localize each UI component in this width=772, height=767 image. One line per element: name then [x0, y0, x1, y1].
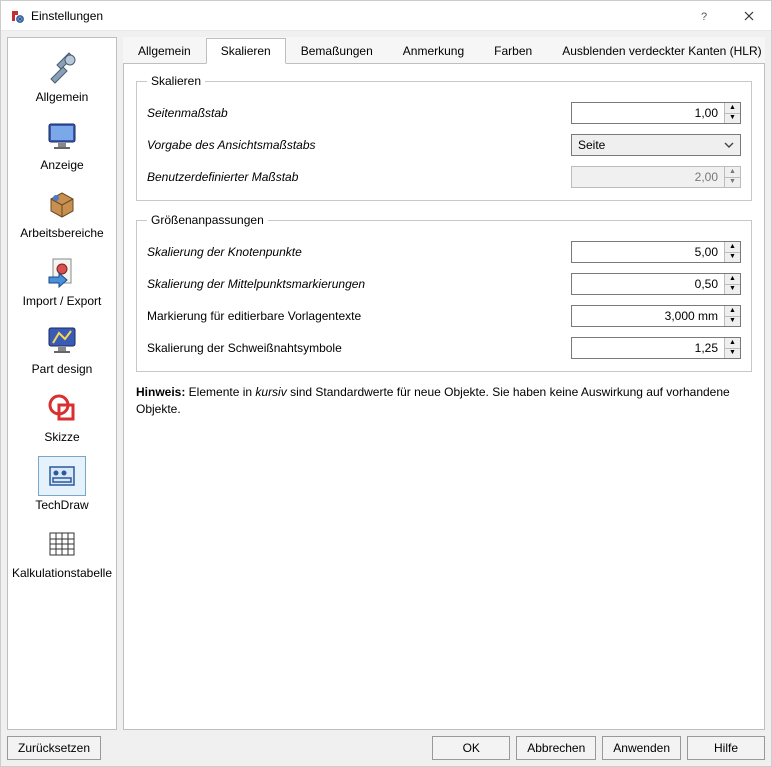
custom-scale-spinner: 2,00 ▲ ▼ [571, 166, 741, 188]
vertex-scale-label: Skalierung der Knotenpunkte [147, 245, 571, 259]
sidebar-item-part-design[interactable]: Part design [8, 316, 116, 384]
hint-italic: kursiv [255, 385, 286, 399]
sidebar-item-techdraw[interactable]: TechDraw [8, 452, 116, 520]
template-mark-spinner[interactable]: 3,000 mm ▲ ▼ [571, 305, 741, 327]
cancel-button[interactable]: Abbrechen [516, 736, 596, 760]
import-export-icon [38, 252, 86, 292]
group-scale-legend: Skalieren [147, 74, 205, 88]
custom-scale-value: 2,00 [572, 167, 724, 187]
tab-annotation[interactable]: Anmerkung [388, 38, 479, 64]
help-button[interactable]: ? [681, 1, 726, 31]
preferences-window: Einstellungen ? Allgemein [0, 0, 772, 767]
chevron-down-icon [724, 142, 734, 148]
vertex-scale-spinner[interactable]: 5,00 ▲ ▼ [571, 241, 741, 263]
close-button[interactable] [726, 1, 771, 31]
spin-down-icon[interactable]: ▼ [725, 114, 740, 124]
hint-prefix: Hinweis: [136, 385, 185, 399]
center-mark-scale-label: Skalierung der Mittelpunktsmarkierungen [147, 277, 571, 291]
hint-part1: Elemente in [185, 385, 255, 399]
sidebar-item-general[interactable]: Allgemein [8, 44, 116, 112]
tab-hlr[interactable]: Ausblenden verdeckter Kanten (HLR) [547, 38, 772, 64]
spin-up-icon[interactable]: ▲ [725, 338, 740, 349]
category-sidebar: Allgemein Anzeige [7, 37, 117, 730]
ok-button[interactable]: OK [432, 736, 510, 760]
main-panel: Allgemein Skalieren Bemaßungen Anmerkung… [123, 37, 765, 730]
sidebar-item-display[interactable]: Anzeige [8, 112, 116, 180]
techdraw-icon [38, 456, 86, 496]
spin-down-icon[interactable]: ▼ [725, 285, 740, 295]
sidebar-item-label: Part design [32, 362, 93, 376]
center-mark-scale-value[interactable]: 0,50 [572, 274, 724, 294]
titlebar: Einstellungen ? [1, 1, 771, 31]
tab-colors[interactable]: Farben [479, 38, 547, 64]
template-mark-value[interactable]: 3,000 mm [572, 306, 724, 326]
help-button-footer[interactable]: Hilfe [687, 736, 765, 760]
tab-general[interactable]: Allgemein [123, 38, 206, 64]
spin-down-icon[interactable]: ▼ [725, 253, 740, 263]
weld-scale-label: Skalierung der Schweißnahtsymbole [147, 341, 571, 355]
spin-up-icon[interactable]: ▲ [725, 242, 740, 253]
dialog-footer: Zurücksetzen OK Abbrechen Anwenden Hilfe [1, 730, 771, 766]
spin-up-icon[interactable]: ▲ [725, 274, 740, 285]
group-size-adjust: Größenanpassungen Skalierung der Knotenp… [136, 213, 752, 372]
sidebar-item-import-export[interactable]: Import / Export [8, 248, 116, 316]
spin-up-icon[interactable]: ▲ [725, 306, 740, 317]
tab-bar: Allgemein Skalieren Bemaßungen Anmerkung… [123, 37, 765, 64]
sidebar-item-label: Skizze [44, 430, 79, 444]
group-size-legend: Größenanpassungen [147, 213, 268, 227]
svg-text:?: ? [700, 11, 706, 22]
spreadsheet-icon [38, 524, 86, 564]
reset-button[interactable]: Zurücksetzen [7, 736, 101, 760]
sidebar-item-label: Import / Export [23, 294, 102, 308]
weld-scale-spinner[interactable]: 1,25 ▲ ▼ [571, 337, 741, 359]
vertex-scale-value[interactable]: 5,00 [572, 242, 724, 262]
monitor-icon [38, 116, 86, 156]
view-scale-type-select[interactable]: Seite [571, 134, 741, 156]
custom-scale-label: Benutzerdefinierter Maßstab [147, 170, 571, 184]
page-scale-label: Seitenmaßstab [147, 106, 571, 120]
sidebar-item-sketch[interactable]: Skizze [8, 384, 116, 452]
sidebar-item-label: Kalkulationstabelle [12, 566, 112, 580]
group-scale: Skalieren Seitenmaßstab 1,00 ▲ ▼ Vorgab [136, 74, 752, 201]
sidebar-item-spreadsheet[interactable]: Kalkulationstabelle [8, 520, 116, 588]
spin-up-icon: ▲ [725, 167, 740, 178]
sidebar-item-label: Arbeitsbereiche [20, 226, 103, 240]
view-scale-type-value: Seite [578, 138, 724, 152]
sidebar-item-label: TechDraw [35, 498, 88, 512]
spin-down-icon: ▼ [725, 178, 740, 188]
weld-scale-value[interactable]: 1,25 [572, 338, 724, 358]
apply-button[interactable]: Anwenden [602, 736, 681, 760]
app-icon [9, 8, 25, 24]
wrench-icon [38, 48, 86, 88]
page-scale-value[interactable]: 1,00 [572, 103, 724, 123]
part-design-icon [38, 320, 86, 360]
tab-dimensions[interactable]: Bemaßungen [286, 38, 388, 64]
page-scale-spinner[interactable]: 1,00 ▲ ▼ [571, 102, 741, 124]
box-icon [38, 184, 86, 224]
tab-panel-scale: Skalieren Seitenmaßstab 1,00 ▲ ▼ Vorgab [123, 64, 765, 730]
hint-text: Hinweis: Elemente in kursiv sind Standar… [136, 384, 752, 418]
view-scale-type-label: Vorgabe des Ansichtsmaßstabs [147, 138, 571, 152]
tab-scale[interactable]: Skalieren [206, 38, 286, 64]
center-mark-scale-spinner[interactable]: 0,50 ▲ ▼ [571, 273, 741, 295]
sidebar-item-workbenches[interactable]: Arbeitsbereiche [8, 180, 116, 248]
spin-down-icon[interactable]: ▼ [725, 317, 740, 327]
sidebar-item-label: Allgemein [36, 90, 89, 104]
sketch-icon [38, 388, 86, 428]
sidebar-item-label: Anzeige [40, 158, 83, 172]
spin-down-icon[interactable]: ▼ [725, 349, 740, 359]
window-title: Einstellungen [31, 9, 103, 23]
template-mark-label: Markierung für editierbare Vorlagentexte [147, 309, 571, 323]
spin-up-icon[interactable]: ▲ [725, 103, 740, 114]
